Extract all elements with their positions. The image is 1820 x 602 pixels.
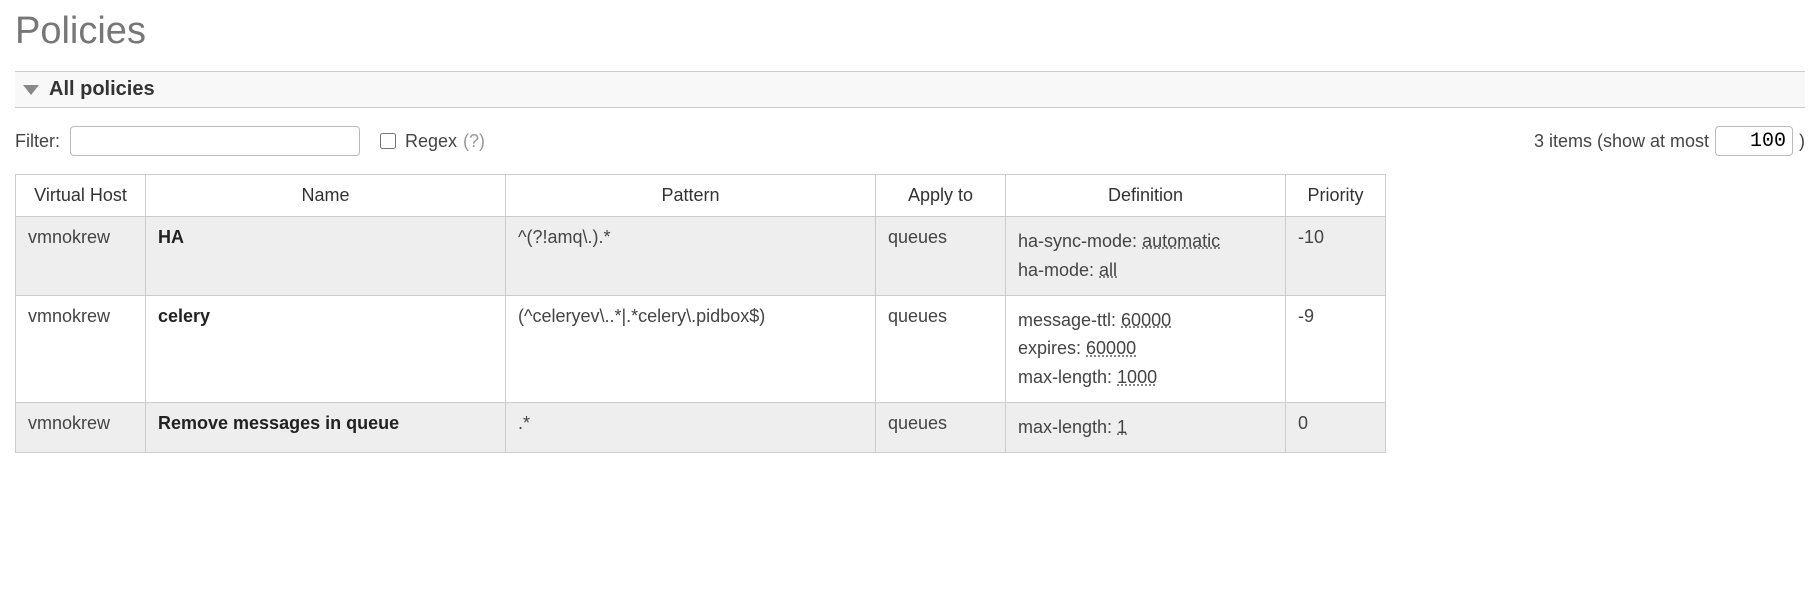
policy-name-link[interactable]: Remove messages in queue (158, 413, 399, 433)
definition-key: ha-mode: (1018, 260, 1099, 280)
policy-name-link[interactable]: celery (158, 306, 210, 326)
definition-value[interactable]: 1 (1117, 417, 1127, 437)
definition-row: ha-sync-mode: automatic (1018, 227, 1273, 256)
policy-name-link[interactable]: HA (158, 227, 184, 247)
filter-right: 3 items (show at most ) (1534, 126, 1805, 156)
cell-pattern: ^(?!amq\.).* (506, 217, 876, 296)
definition-key: message-ttl: (1018, 310, 1121, 330)
max-items-input[interactable] (1715, 126, 1793, 156)
section-toggle[interactable]: All policies (15, 71, 1805, 108)
cell-apply-to: queues (876, 217, 1006, 296)
regex-label: Regex (405, 131, 457, 152)
cell-apply-to: queues (876, 402, 1006, 452)
table-row: vmnokrew celery (^celeryev\..*|.*celery\.p… (16, 295, 1386, 402)
filter-row: Filter: Regex (?) 3 items (show at most … (15, 126, 1805, 156)
col-priority[interactable]: Priority (1286, 175, 1386, 217)
cell-priority: 0 (1286, 402, 1386, 452)
chevron-down-icon (23, 85, 39, 95)
definition-row: max-length: 1000 (1018, 363, 1273, 392)
definition-row: message-ttl: 60000 (1018, 306, 1273, 335)
cell-apply-to: queues (876, 295, 1006, 402)
definition-row: expires: 60000 (1018, 334, 1273, 363)
cell-pattern: .* (506, 402, 876, 452)
cell-definition: ha-sync-mode: automaticha-mode: all (1006, 217, 1286, 296)
col-definition[interactable]: Definition (1006, 175, 1286, 217)
table-row: vmnokrew Remove messages in queue .*queues… (16, 402, 1386, 452)
definition-row: max-length: 1 (1018, 413, 1273, 442)
definition-key: max-length: (1018, 417, 1117, 437)
cell-pattern: (^celeryev\..*|.*celery\.pidbox$) (506, 295, 876, 402)
definition-value[interactable]: 60000 (1121, 310, 1171, 330)
definition-value[interactable]: all (1099, 260, 1117, 280)
page-title: Policies (15, 10, 1805, 53)
definition-key: max-length: (1018, 367, 1117, 387)
cell-vhost: vmnokrew (16, 217, 146, 296)
filter-label: Filter: (15, 131, 60, 152)
col-apply-to[interactable]: Apply to (876, 175, 1006, 217)
col-pattern[interactable]: Pattern (506, 175, 876, 217)
section-title: All policies (49, 78, 155, 101)
table-header-row: Virtual Host Name Pattern Apply to Defin… (16, 175, 1386, 217)
cell-vhost: vmnokrew (16, 402, 146, 452)
definition-value[interactable]: automatic (1142, 231, 1220, 251)
col-name[interactable]: Name (146, 175, 506, 217)
filter-input[interactable] (70, 126, 360, 156)
definition-value[interactable]: 60000 (1086, 338, 1136, 358)
cell-definition: max-length: 1 (1006, 402, 1286, 452)
cell-name: celery (146, 295, 506, 402)
definition-row: ha-mode: all (1018, 256, 1273, 285)
items-trailing: ) (1799, 131, 1805, 152)
regex-help-icon[interactable]: (?) (463, 131, 485, 152)
cell-name: Remove messages in queue (146, 402, 506, 452)
cell-priority: -10 (1286, 217, 1386, 296)
definition-value[interactable]: 1000 (1117, 367, 1157, 387)
cell-vhost: vmnokrew (16, 295, 146, 402)
definition-key: expires: (1018, 338, 1086, 358)
definition-key: ha-sync-mode: (1018, 231, 1142, 251)
policies-table: Virtual Host Name Pattern Apply to Defin… (15, 174, 1386, 453)
regex-checkbox[interactable] (380, 133, 396, 149)
filter-left: Filter: Regex (?) (15, 126, 485, 156)
cell-priority: -9 (1286, 295, 1386, 402)
col-vhost[interactable]: Virtual Host (16, 175, 146, 217)
cell-definition: message-ttl: 60000expires: 60000max-leng… (1006, 295, 1286, 402)
items-count-text: 3 items (show at most (1534, 131, 1709, 152)
table-row: vmnokrew HA ^(?!amq\.).*queues ha-sync-mode… (16, 217, 1386, 296)
cell-name: HA (146, 217, 506, 296)
